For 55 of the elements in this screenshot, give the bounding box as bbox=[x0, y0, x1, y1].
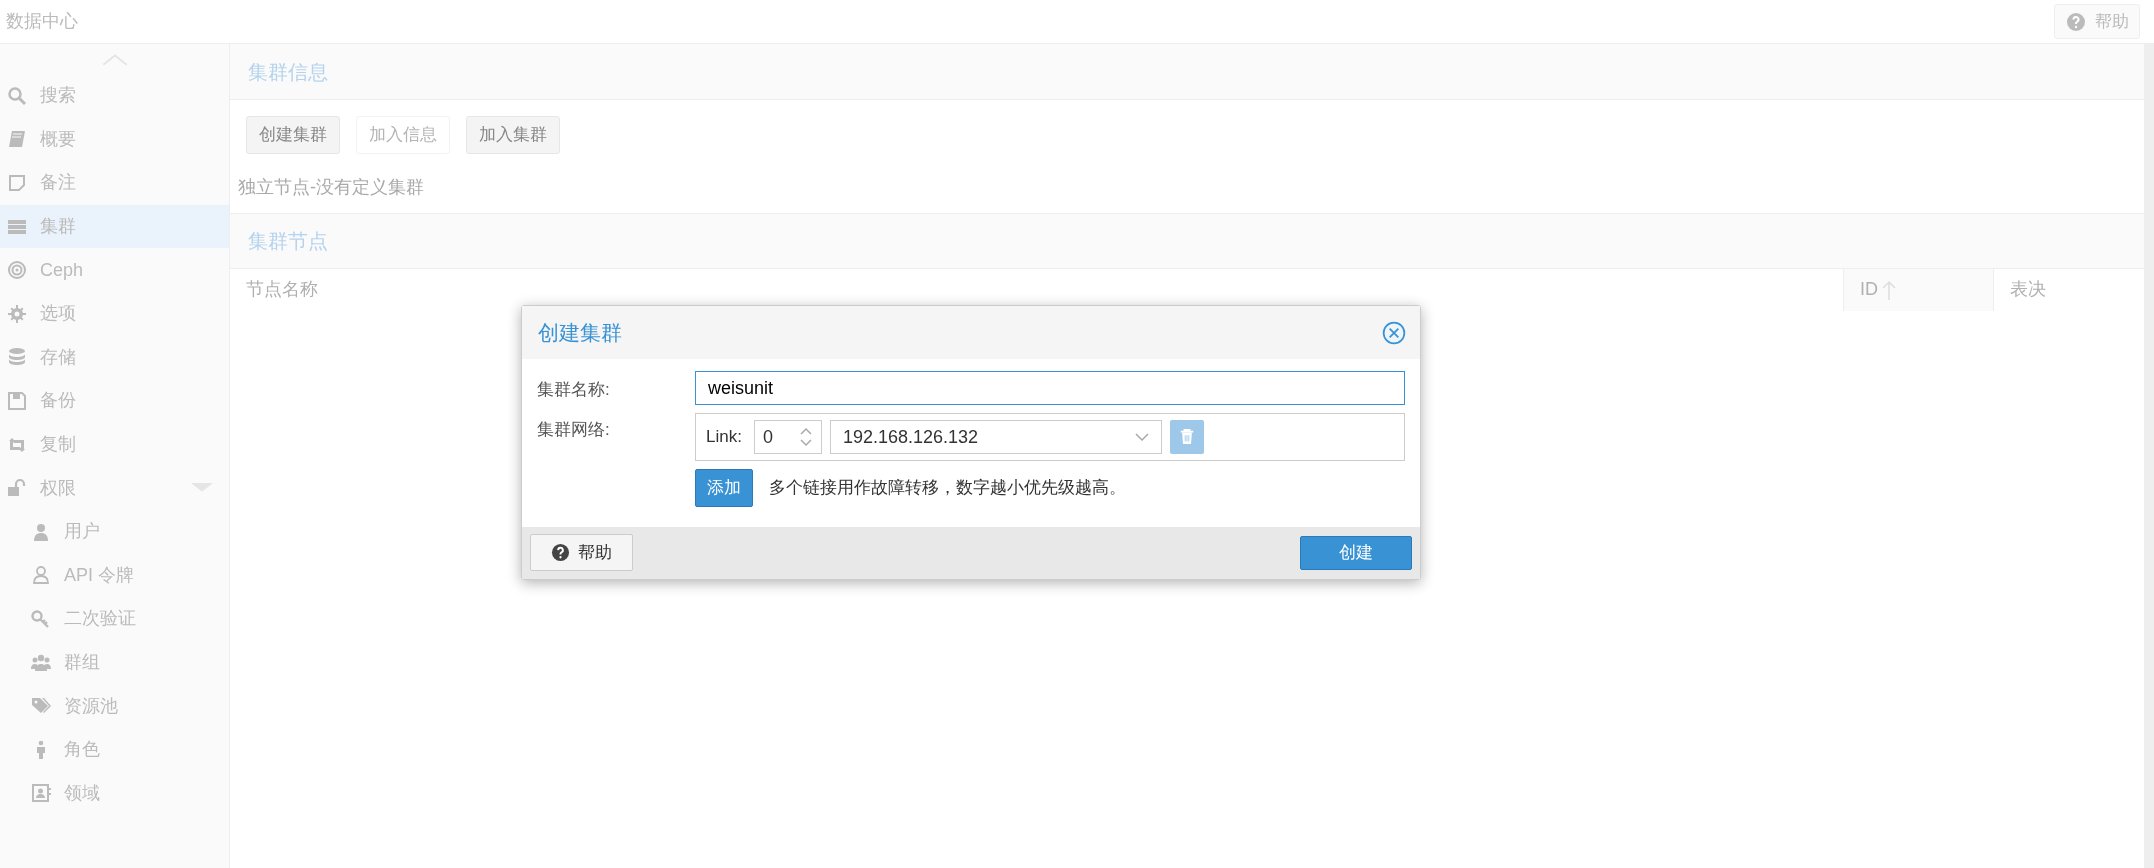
user-icon bbox=[30, 565, 52, 586]
sidebar-item[interactable]: 存储 bbox=[0, 335, 229, 380]
sidebar-item[interactable]: API 令牌 bbox=[0, 553, 229, 598]
name-field[interactable]: weisunit bbox=[695, 371, 1405, 405]
database-icon bbox=[6, 347, 28, 368]
sidebar-item[interactable]: 集群 bbox=[0, 204, 229, 249]
sidebar-item[interactable]: 二次验证 bbox=[0, 597, 229, 641]
sidebar-item[interactable]: 群组 bbox=[0, 640, 229, 685]
sidebar-item[interactable]: 搜索 bbox=[0, 74, 229, 118]
close-button[interactable] bbox=[1382, 320, 1406, 345]
delete-button[interactable] bbox=[1169, 420, 1204, 454]
search-icon bbox=[6, 85, 28, 106]
sidebar-item[interactable]: 角色 bbox=[0, 727, 229, 772]
gear-icon bbox=[6, 303, 28, 324]
status-text: 独立节点-没有定义集群 bbox=[237, 175, 425, 199]
field-label: 集群网络: bbox=[537, 419, 611, 441]
unlock-icon bbox=[6, 478, 28, 499]
sidebar-item[interactable]: 备注 bbox=[0, 161, 229, 205]
toolbar-button[interactable]: 加入集群 bbox=[466, 116, 560, 154]
dialog-title: 创建集群 bbox=[538, 319, 622, 346]
add-button[interactable]: 添加 bbox=[695, 469, 753, 507]
contact-card-icon bbox=[30, 783, 52, 804]
create-button[interactable]: 创建 bbox=[1300, 535, 1412, 570]
panel-title: 集群节点 bbox=[230, 212, 2144, 269]
spinner-arrows-icon bbox=[798, 427, 813, 447]
link-number-spinner[interactable]: 0 bbox=[753, 420, 822, 454]
sidebar-item[interactable]: 选项 bbox=[0, 291, 229, 336]
link-label: Link: bbox=[706, 426, 742, 449]
note-icon bbox=[6, 173, 28, 193]
sidebar-item[interactable]: 备份 bbox=[0, 379, 229, 423]
trash-icon bbox=[1178, 428, 1195, 446]
datacenter-title: 数据中心 bbox=[6, 10, 78, 33]
book-icon bbox=[6, 129, 28, 150]
column-header[interactable]: 表决 bbox=[1994, 268, 2144, 311]
caret-down-icon bbox=[1134, 433, 1149, 441]
sidebar-item[interactable]: Ceph bbox=[0, 248, 229, 292]
sidebar-item[interactable]: 权限 bbox=[0, 466, 229, 510]
column-header[interactable]: ID bbox=[1844, 268, 1994, 311]
help-button[interactable]: 帮助 bbox=[2054, 3, 2140, 40]
sidebar-item[interactable]: 领域 bbox=[0, 771, 229, 816]
help-icon bbox=[2065, 11, 2087, 32]
hint-text: 多个链接用作故障转移，数字越小优先级越高。 bbox=[769, 477, 1126, 499]
help-button[interactable]: 帮助 bbox=[530, 533, 633, 572]
sidebar-item[interactable]: 概要 bbox=[0, 117, 229, 162]
help-icon bbox=[551, 543, 570, 562]
sidebar-item[interactable]: 资源池 bbox=[0, 684, 229, 728]
toolbar-button[interactable]: 创建集群 bbox=[246, 116, 340, 154]
sort-up-icon bbox=[1882, 279, 1896, 300]
sidebar-item[interactable]: 复制 bbox=[0, 422, 229, 467]
sidebar-item[interactable]: 用户 bbox=[0, 509, 229, 554]
panel-title: 集群信息 bbox=[230, 44, 2144, 100]
users-icon bbox=[30, 652, 52, 673]
field-label: 集群名称: bbox=[537, 379, 611, 402]
address-dropdown[interactable]: 192.168.126.132 bbox=[829, 420, 1162, 454]
close-icon bbox=[1382, 320, 1406, 345]
